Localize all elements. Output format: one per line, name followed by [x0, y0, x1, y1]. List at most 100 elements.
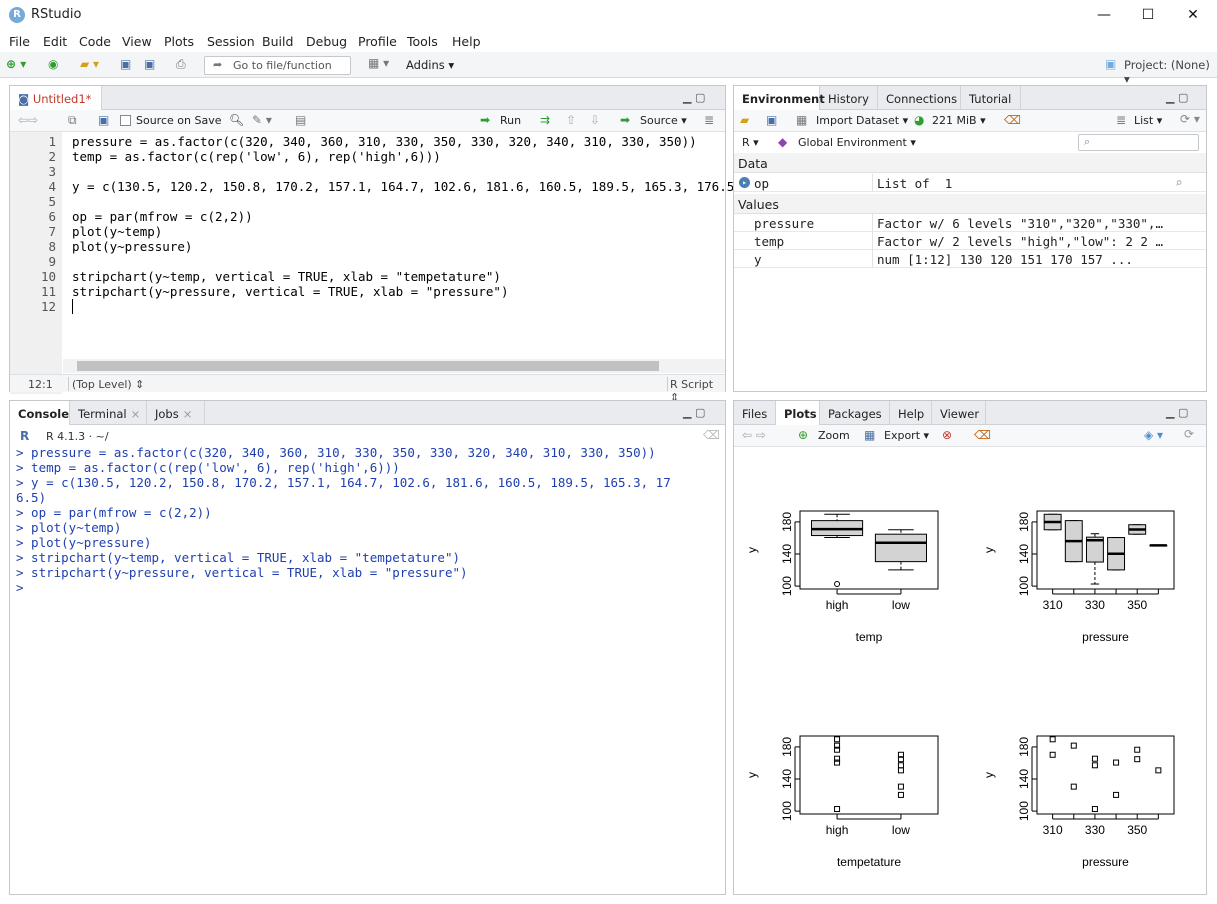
minimize-env-icon[interactable]: ▁ ▢: [1166, 91, 1188, 104]
save-all-icon[interactable]: ▣: [144, 57, 155, 71]
back-forward-icon[interactable]: ⇦⇨: [18, 113, 38, 127]
print-icon[interactable]: ⎙: [176, 57, 186, 72]
view-data-icon[interactable]: ⌕: [1175, 175, 1183, 190]
code-line[interactable]: pressure = as.factor(c(320, 340, 360, 31…: [72, 134, 697, 149]
import-dataset-button[interactable]: Import Dataset ▾: [816, 114, 908, 127]
env-row-y[interactable]: y num [1:12] 130 120 151 170 157 ...: [734, 250, 1206, 268]
code-line[interactable]: y = c(130.5, 120.2, 150.8, 170.2, 157.1,…: [72, 179, 742, 194]
code-line[interactable]: stripchart(y~temp, vertical = TRUE, xlab…: [72, 269, 501, 284]
tab-viewer[interactable]: Viewer: [932, 401, 986, 425]
tab-packages[interactable]: Packages: [820, 401, 890, 425]
search-icon[interactable]: 🔍︎: [229, 113, 244, 127]
scope-level[interactable]: (Top Level) ⇕: [72, 378, 144, 391]
minimize-plots-icon[interactable]: ▁ ▢: [1166, 406, 1188, 419]
tab-tutorial[interactable]: Tutorial: [961, 86, 1021, 110]
tab-help[interactable]: Help: [890, 401, 932, 425]
menu-code[interactable]: Code: [79, 34, 111, 49]
prev-next-plot-icon[interactable]: ⇦ ⇨: [742, 428, 766, 442]
expand-arrow-icon[interactable]: ▸: [739, 177, 750, 188]
export-button[interactable]: Export ▾: [884, 429, 929, 442]
code-line[interactable]: plot(y~temp): [72, 224, 162, 239]
tab-plots[interactable]: Plots: [776, 401, 820, 426]
minimize-pane-icon[interactable]: ▁ ▢: [683, 91, 705, 104]
env-row-op[interactable]: ▸ op List of 1 ⌕: [734, 174, 1206, 192]
close-button[interactable]: ✕: [1171, 3, 1215, 27]
compile-report-icon[interactable]: ▤: [295, 113, 306, 127]
run-icon[interactable]: ➡: [480, 113, 490, 127]
code-line[interactable]: stripchart(y~pressure, vertical = TRUE, …: [72, 284, 509, 299]
console-output[interactable]: > pressure = as.factor(c(320, 340, 360, …: [10, 445, 726, 893]
tab-jobs[interactable]: Jobs ×: [147, 401, 205, 425]
addins-menu[interactable]: Addins ▾: [406, 58, 454, 72]
save-workspace-icon[interactable]: ▣: [766, 113, 777, 127]
x-tick-label: high: [826, 823, 849, 837]
menu-edit[interactable]: Edit: [43, 34, 67, 49]
env-row-temp[interactable]: temp Factor w/ 2 levels "high","low": 2 …: [734, 232, 1206, 250]
source-button[interactable]: Source ▾: [640, 114, 687, 127]
clear-console-broom-icon[interactable]: ⌫: [703, 428, 720, 442]
maximize-button[interactable]: ☐: [1126, 3, 1170, 27]
minimize-console-icon[interactable]: ▁ ▢: [683, 406, 705, 419]
tab-environment[interactable]: Environment: [734, 86, 825, 111]
code-line[interactable]: temp = as.factor(c(rep('low', 6), rep('h…: [72, 149, 441, 164]
clear-workspace-broom-icon[interactable]: ⌫: [1004, 113, 1021, 127]
menu-debug[interactable]: Debug: [306, 34, 347, 49]
tab-terminal[interactable]: Terminal ×: [70, 401, 147, 425]
source-icon[interactable]: ➡: [620, 113, 630, 127]
scrollbar-thumb[interactable]: [77, 361, 659, 371]
source-on-save-checkbox[interactable]: [120, 115, 131, 126]
goto-file-input[interactable]: ➦ Go to file/function: [204, 56, 351, 75]
env-row-pressure[interactable]: pressure Factor w/ 6 levels "310","320",…: [734, 214, 1206, 232]
view-mode-selector[interactable]: List ▾: [1134, 114, 1162, 127]
save-icon[interactable]: ▣: [120, 57, 131, 71]
go-down-icon[interactable]: ⇩: [590, 113, 600, 127]
code-line[interactable]: plot(y~pressure): [72, 239, 192, 254]
menu-tools[interactable]: Tools: [407, 34, 438, 49]
menu-help[interactable]: Help: [452, 34, 481, 49]
menu-profile[interactable]: Profile: [358, 34, 397, 49]
show-in-window-icon[interactable]: ⧉: [68, 113, 77, 128]
minimize-button[interactable]: —: [1082, 3, 1126, 27]
menu-build[interactable]: Build: [262, 34, 293, 49]
remove-plot-icon[interactable]: ⊗: [942, 428, 952, 442]
open-file-icon[interactable]: ▰ ▾: [80, 57, 99, 71]
memory-usage-button[interactable]: 221 MiB ▾: [932, 114, 986, 127]
go-up-icon[interactable]: ⇧: [566, 113, 576, 127]
tab-connections[interactable]: Connections: [878, 86, 961, 110]
workspace-panes-icon[interactable]: ▦ ▾: [368, 56, 389, 70]
save-editor-icon[interactable]: ▣: [98, 113, 109, 127]
load-workspace-icon[interactable]: ▰: [740, 113, 749, 127]
menu-plots[interactable]: Plots: [164, 34, 194, 49]
import-dataset-icon: ▦: [796, 113, 808, 127]
environment-search-input[interactable]: ⌕: [1078, 134, 1199, 151]
plot-canvas[interactable]: 100 140 180 high low temp y 100 140 180 310 330 350 p…: [734, 447, 1206, 895]
publish-icon[interactable]: ◈ ▾: [1144, 428, 1163, 442]
menu-view[interactable]: View: [122, 34, 152, 49]
project-menu[interactable]: Project: (None) ▾: [1124, 58, 1217, 86]
language-selector[interactable]: R ▾: [742, 136, 759, 149]
tab-console[interactable]: Console: [10, 401, 70, 426]
y-tick-label: 140: [1017, 769, 1031, 789]
refresh-plots-icon[interactable]: ⟳: [1184, 427, 1194, 441]
code-line[interactable]: op = par(mfrow = c(2,2)): [72, 209, 253, 224]
new-project-icon[interactable]: ◉: [48, 57, 58, 71]
tab-untitled1[interactable]: ◙ Untitled1* ×: [10, 86, 102, 120]
zoom-button[interactable]: Zoom: [818, 429, 850, 442]
menu-file[interactable]: File: [9, 34, 30, 49]
tab-history[interactable]: History: [820, 86, 878, 110]
refresh-icon[interactable]: ⟳ ▾: [1180, 112, 1200, 126]
plot-frame: [799, 735, 939, 815]
clear-plots-broom-icon[interactable]: ⌫: [974, 428, 991, 442]
tab-files[interactable]: Files: [734, 401, 776, 425]
code-area[interactable]: pressure = as.factor(c(320, 340, 360, 31…: [10, 132, 742, 358]
title-bar: R RStudio — ☐ ✕: [0, 0, 1217, 30]
horizontal-scrollbar[interactable]: [63, 359, 725, 373]
environment-scope-selector[interactable]: Global Environment ▾: [798, 136, 916, 149]
code-tools-wand-icon[interactable]: ✎ ▾: [252, 113, 272, 127]
menu-session[interactable]: Session: [207, 34, 255, 49]
document-outline-icon[interactable]: ≣: [704, 113, 714, 127]
text-cursor: [72, 299, 73, 314]
run-button[interactable]: Run: [500, 114, 521, 127]
new-file-icon[interactable]: ⊕ ▾: [6, 57, 26, 71]
rerun-icon[interactable]: ⇉: [540, 113, 550, 127]
